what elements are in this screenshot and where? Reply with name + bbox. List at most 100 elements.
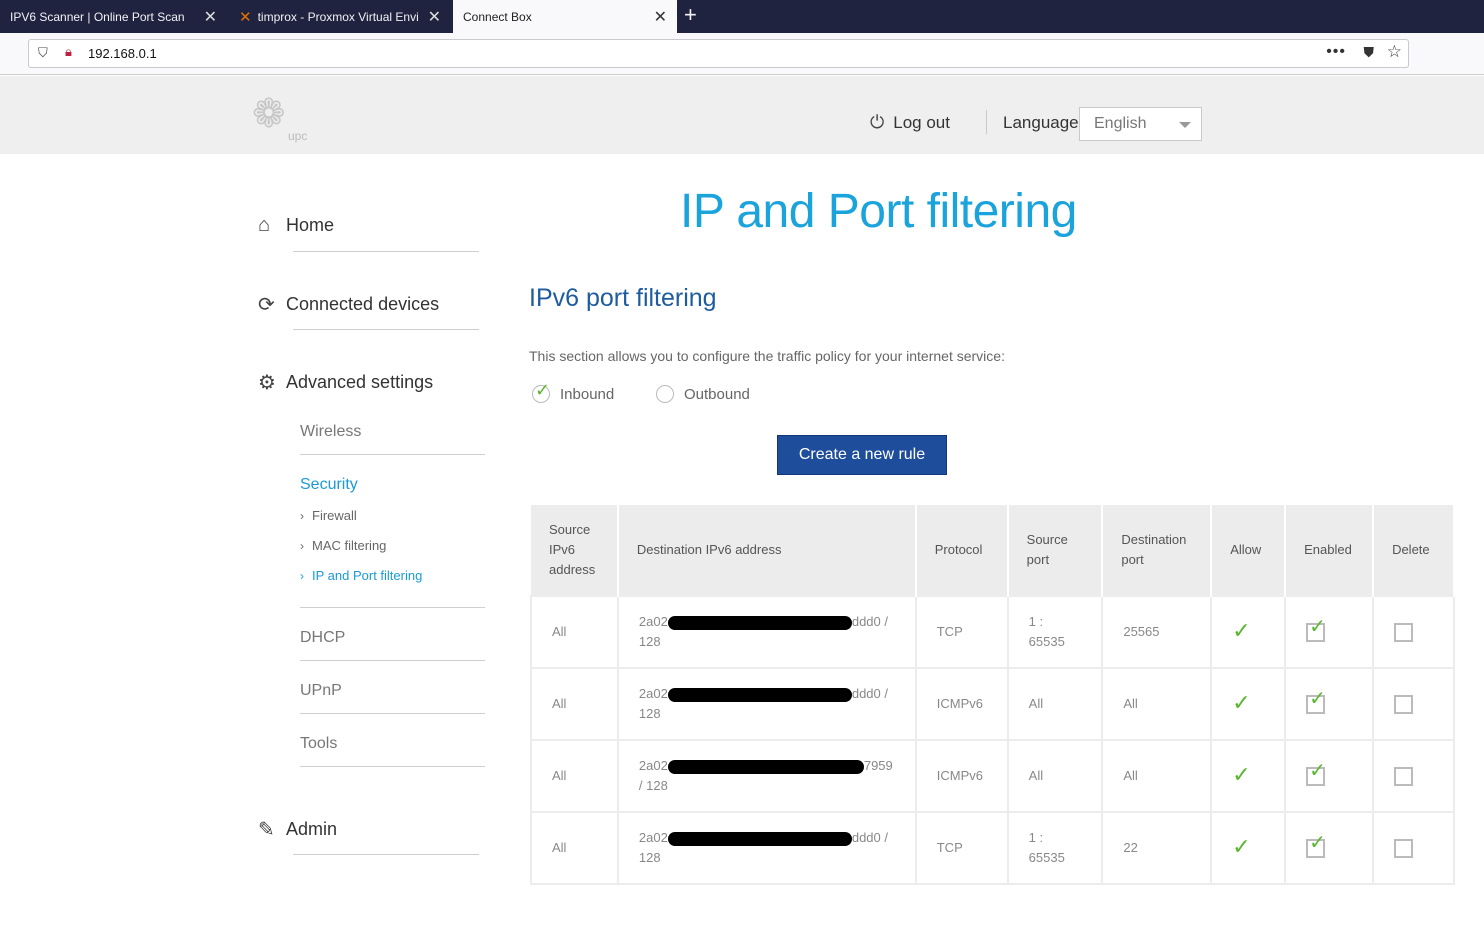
- cell-source: All: [530, 739, 619, 813]
- delete-checkbox[interactable]: [1394, 839, 1414, 859]
- inbound-radio[interactable]: ✓ Inbound: [532, 380, 614, 403]
- pencil-icon: ✎: [258, 819, 275, 841]
- tab-connect-box[interactable]: Connect Box ✕: [453, 0, 677, 33]
- more-actions-icon[interactable]: •••: [1326, 43, 1346, 61]
- cell-source: All: [530, 667, 619, 741]
- cell-source-port: All: [1006, 667, 1104, 741]
- enabled-checkbox[interactable]: ✓: [1306, 617, 1326, 643]
- close-tab-icon[interactable]: ✕: [654, 7, 667, 27]
- cell-destination-port: All: [1101, 739, 1213, 813]
- allow-check-icon: ✓: [1232, 617, 1251, 643]
- cell-destination: 2a02 7959 / 128: [616, 739, 917, 813]
- bookmark-star-icon[interactable]: ☆: [1387, 42, 1402, 62]
- checkmark-icon: ✓: [1309, 832, 1326, 855]
- checkmark-icon: ✓: [1309, 688, 1326, 711]
- checkmark-icon: ✓: [1309, 760, 1326, 783]
- cell-protocol: ICMPv6: [914, 739, 1009, 813]
- divider: [293, 251, 479, 252]
- tab-ipv6-scanner[interactable]: IPV6 Scanner | Online Port Scan ✕: [0, 0, 227, 33]
- browser-toolbar: ⛉ 🔒︎ 192.168.0.1 ••• ⛊ ☆: [0, 33, 1484, 75]
- language-label: Language: [1003, 113, 1079, 132]
- sidebar-item-firewall[interactable]: › Firewall: [300, 508, 357, 523]
- logo-text: upc: [288, 129, 308, 143]
- allow-check-icon: ✓: [1232, 833, 1251, 859]
- outbound-radio[interactable]: Outbound: [656, 385, 750, 403]
- cell-destination: 2a02 ddd0 / 128: [616, 667, 917, 741]
- cell-enabled: ✓: [1284, 667, 1375, 741]
- enabled-checkbox[interactable]: ✓: [1306, 833, 1326, 859]
- divider: [300, 766, 485, 767]
- cell-source-port: 1 : 65535: [1006, 595, 1104, 669]
- browser-tab-bar: IPV6 Scanner | Online Port Scan ✕ ✕ timp…: [0, 0, 1484, 33]
- delete-checkbox[interactable]: [1394, 623, 1414, 643]
- table-header-row: Source IPv6 address Destination IPv6 add…: [531, 505, 1455, 596]
- power-icon: ⏻: [870, 112, 885, 132]
- sidebar-item-upnp[interactable]: UPnP: [300, 682, 342, 700]
- url-text[interactable]: 192.168.0.1: [88, 46, 157, 61]
- divider: [293, 854, 479, 855]
- dest-prefix: 2a02: [638, 758, 668, 773]
- dest-line2: / 128: [638, 778, 668, 793]
- home-icon: ⌂: [258, 214, 271, 236]
- sidebar-item-tools[interactable]: Tools: [300, 735, 337, 753]
- sidebar-item-connected-devices[interactable]: ⟳ Connected devices: [258, 292, 439, 317]
- upc-logo: ❁ upc: [252, 91, 312, 146]
- close-tab-icon[interactable]: ✕: [204, 7, 217, 27]
- sidebar-item-dhcp[interactable]: DHCP: [300, 629, 345, 647]
- url-bar[interactable]: ⛉ 🔒︎ 192.168.0.1 ••• ⛊ ☆: [28, 39, 1409, 68]
- sidebar-item-label: MAC filtering: [312, 538, 387, 553]
- pocket-icon[interactable]: ⛊: [1364, 44, 1375, 61]
- cell-source: All: [530, 595, 619, 669]
- cell-destination: 2a02 ddd0 / 128: [616, 595, 917, 669]
- delete-checkbox[interactable]: [1394, 767, 1414, 787]
- header-source-address: Source IPv6 address: [531, 505, 619, 596]
- upc-flower-icon: ❁: [252, 92, 286, 136]
- chevron-right-icon: ›: [300, 568, 304, 583]
- section-description: This section allows you to configure the…: [529, 348, 1005, 364]
- close-tab-icon[interactable]: ✕: [428, 7, 441, 27]
- cell-protocol: TCP: [914, 595, 1009, 669]
- header-divider: [986, 110, 987, 134]
- language-select[interactable]: English: [1079, 107, 1202, 141]
- dest-prefix: 2a02: [638, 686, 668, 701]
- tab-label: Connect Box: [463, 9, 532, 24]
- devices-icon: ⟳: [258, 294, 275, 316]
- delete-checkbox[interactable]: [1394, 695, 1414, 715]
- cell-source-port: All: [1006, 739, 1104, 813]
- dest-suffix: ddd0 /: [851, 614, 888, 629]
- header-destination-address: Destination IPv6 address: [617, 505, 917, 596]
- sidebar-item-wireless[interactable]: Wireless: [300, 423, 361, 441]
- sidebar-item-home[interactable]: ⌂ Home: [258, 214, 334, 237]
- cell-protocol: ICMPv6: [914, 667, 1009, 741]
- dest-line2: 128: [638, 706, 661, 721]
- sidebar-item-admin[interactable]: ✎ Admin: [258, 817, 337, 842]
- insecure-lock-icon[interactable]: 🔒︎: [65, 44, 72, 60]
- cell-delete: [1372, 667, 1455, 741]
- shield-icon[interactable]: ⛉: [38, 45, 48, 61]
- sidebar-item-mac-filtering[interactable]: › MAC filtering: [300, 538, 386, 553]
- divider: [300, 607, 485, 608]
- enabled-checkbox[interactable]: ✓: [1306, 761, 1326, 787]
- divider: [293, 329, 479, 330]
- radio-selected: ✓: [532, 380, 550, 403]
- sidebar-item-advanced-settings[interactable]: ⚙ Advanced settings: [258, 370, 433, 395]
- logout-button[interactable]: ⏻ Log out: [870, 112, 950, 133]
- new-tab-icon[interactable]: +: [684, 2, 697, 28]
- sidebar-item-ip-port-filtering[interactable]: › IP and Port filtering: [300, 568, 422, 583]
- cell-destination-port: All: [1101, 667, 1213, 741]
- redaction-mark: [667, 759, 864, 774]
- language-value: English: [1094, 115, 1147, 132]
- redaction-mark: [667, 687, 852, 702]
- enabled-checkbox[interactable]: ✓: [1306, 689, 1326, 715]
- tab-proxmox[interactable]: ✕ timprox - Proxmox Virtual Envi ✕: [229, 0, 451, 33]
- chevron-right-icon: ›: [300, 508, 304, 523]
- sidebar-item-label: Advanced settings: [286, 372, 434, 392]
- table-row: All 2a02 ddd0 / 128 TCP 1 : 65535 25565 ✓…: [530, 595, 1455, 669]
- create-new-rule-button[interactable]: Create a new rule: [777, 435, 947, 475]
- table-row: All 2a02 ddd0 / 128 ICMPv6 All All ✓ ✓: [530, 667, 1455, 741]
- checkmark-icon: ✓: [1309, 616, 1326, 639]
- chevron-right-icon: ›: [300, 538, 304, 553]
- divider: [300, 454, 485, 455]
- sidebar-item-security[interactable]: Security: [300, 476, 358, 494]
- dest-suffix: ddd0 /: [851, 830, 888, 845]
